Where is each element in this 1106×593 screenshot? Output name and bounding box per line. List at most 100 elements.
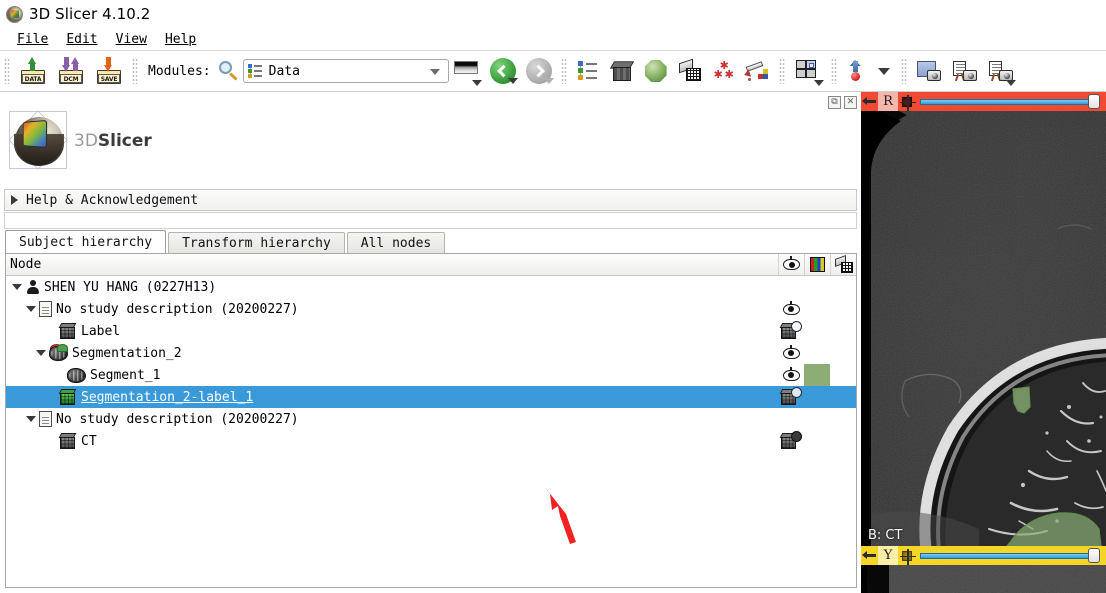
help-acknowledgement-section[interactable]: Help & Acknowledgement bbox=[4, 189, 857, 211]
toolbar-separator-2 bbox=[132, 58, 138, 84]
crosshair-marker-dropdown[interactable] bbox=[872, 55, 896, 87]
eye-icon bbox=[782, 344, 800, 359]
layout-selector-icon bbox=[795, 60, 824, 86]
visibility-toggle[interactable] bbox=[778, 320, 804, 342]
expand-twisty-icon[interactable] bbox=[26, 306, 36, 312]
screenshot-button[interactable] bbox=[948, 55, 982, 87]
expand-twisty-icon[interactable] bbox=[12, 284, 22, 290]
volume-eye-icon bbox=[779, 321, 802, 340]
visibility-icon bbox=[783, 256, 800, 270]
markups-module-button[interactable]: ✱ ✱ ✱ bbox=[708, 55, 740, 87]
slice-offset-icon[interactable] bbox=[898, 92, 916, 111]
transform-cell[interactable] bbox=[830, 298, 856, 320]
module-previous-button[interactable] bbox=[486, 55, 520, 87]
crosshair-marker-button[interactable] bbox=[842, 55, 870, 87]
module-content-bar bbox=[4, 212, 857, 229]
save-data-icon: SAVE bbox=[95, 57, 123, 84]
close-panel-icon[interactable]: ✕ bbox=[844, 96, 857, 109]
visibility-toggle[interactable] bbox=[778, 298, 804, 320]
capture-viewport-button[interactable] bbox=[912, 55, 946, 87]
red-slice-view[interactable]: R B: CT Y bbox=[861, 92, 1106, 593]
slider-handle[interactable] bbox=[1088, 94, 1100, 109]
transform-cell[interactable] bbox=[830, 364, 856, 386]
tree-item-label: CT bbox=[81, 433, 97, 449]
toolbar-separator-6 bbox=[900, 58, 907, 84]
subject-hierarchy-module-button[interactable] bbox=[572, 55, 604, 87]
volume-rendering-module-button[interactable] bbox=[606, 55, 638, 87]
table-row[interactable]: No study description (20200227) bbox=[6, 298, 856, 320]
transform-cell[interactable] bbox=[830, 430, 856, 452]
table-row[interactable]: Segmentation_2 bbox=[6, 342, 856, 364]
pin-icon[interactable] bbox=[861, 546, 878, 565]
transforms-module-button[interactable] bbox=[674, 55, 706, 87]
menu-help[interactable]: Help bbox=[156, 31, 205, 48]
table-row[interactable]: Segmentation_2-label_1 bbox=[6, 386, 856, 408]
load-dicom-icon: DCM bbox=[57, 57, 85, 84]
expand-twisty-icon[interactable] bbox=[36, 350, 46, 356]
labelmap-icon bbox=[58, 388, 77, 406]
slicer-logo-text: 3DSlicer bbox=[74, 131, 152, 151]
visibility-toggle[interactable] bbox=[778, 342, 804, 364]
menu-bar: File Edit View Help bbox=[0, 28, 1106, 51]
table-row[interactable]: Segment_1 bbox=[6, 364, 856, 386]
menu-file[interactable]: File bbox=[8, 31, 57, 48]
tree-rows: SHEN YU HANG (0227H13) No study descript… bbox=[6, 276, 856, 452]
slice-offset-slider[interactable] bbox=[916, 92, 1106, 111]
table-row[interactable]: SHEN YU HANG (0227H13) bbox=[6, 276, 856, 298]
color-swatch bbox=[804, 386, 830, 408]
visibility-toggle[interactable] bbox=[778, 364, 804, 386]
slice-offset-icon[interactable] bbox=[898, 546, 916, 565]
eye-icon bbox=[782, 300, 800, 315]
slicer-application-window: 3D Slicer 4.10.2 File Edit View Help DAT… bbox=[0, 0, 1106, 593]
layout-selector-button[interactable] bbox=[790, 55, 826, 87]
table-row[interactable]: Label bbox=[6, 320, 856, 342]
load-dicom-tag: DCM bbox=[60, 74, 82, 83]
visibility-toggle[interactable] bbox=[778, 430, 804, 452]
segment-color-swatch[interactable] bbox=[804, 364, 830, 386]
segment-editor-module-button[interactable] bbox=[742, 55, 774, 87]
main-toolbar: DATA DCM SAVE Modules: Data ✱ ✱ ✱ bbox=[0, 51, 1106, 92]
menu-edit-label: Edit bbox=[66, 31, 98, 47]
pin-icon[interactable] bbox=[861, 92, 878, 111]
tab-all-nodes[interactable]: All nodes bbox=[346, 232, 446, 254]
save-data-button[interactable]: SAVE bbox=[91, 55, 127, 87]
menu-view[interactable]: View bbox=[107, 31, 156, 48]
row-icons bbox=[778, 386, 856, 408]
ct-slice-image[interactable]: B: CT bbox=[861, 111, 1106, 546]
restore-panel-icon[interactable]: ⧉ bbox=[828, 96, 841, 109]
segmentation-icon bbox=[49, 343, 68, 361]
slider-handle[interactable] bbox=[1088, 548, 1100, 563]
subject-hierarchy-icon bbox=[247, 63, 263, 79]
chevron-down-icon[interactable] bbox=[429, 69, 440, 75]
table-row[interactable]: No study description (20200227) bbox=[6, 408, 856, 430]
load-data-button[interactable]: DATA bbox=[15, 55, 51, 87]
models-module-button[interactable] bbox=[640, 55, 672, 87]
table-row[interactable]: CT bbox=[6, 430, 856, 452]
tab-subject-hierarchy[interactable]: Subject hierarchy bbox=[5, 230, 167, 254]
load-data-tag: DATA bbox=[22, 74, 44, 83]
module-search-button[interactable] bbox=[216, 55, 242, 87]
tab-transform-hierarchy[interactable]: Transform hierarchy bbox=[168, 232, 345, 254]
expand-twisty-icon[interactable] bbox=[26, 416, 36, 422]
tree-item-label: No study description (20200227) bbox=[56, 411, 299, 427]
slicer-branding: 3DSlicer bbox=[8, 110, 152, 172]
colormap-gradient-button[interactable] bbox=[450, 55, 484, 87]
yellow-slice-view-partial[interactable] bbox=[861, 565, 1106, 593]
module-selector[interactable]: Data bbox=[242, 59, 449, 83]
load-dicom-button[interactable]: DCM bbox=[53, 55, 89, 87]
visibility-column-header[interactable] bbox=[778, 254, 804, 275]
screen-capture-button[interactable] bbox=[984, 55, 1018, 87]
slice-offset-slider[interactable] bbox=[916, 546, 1106, 565]
slice-controller-red: R bbox=[861, 92, 1106, 111]
visibility-toggle[interactable] bbox=[778, 386, 804, 408]
module-next-button[interactable] bbox=[522, 55, 556, 87]
color-column-header[interactable] bbox=[804, 254, 830, 275]
menu-view-label: View bbox=[115, 31, 147, 47]
transform-cell[interactable] bbox=[830, 320, 856, 342]
menu-edit[interactable]: Edit bbox=[57, 31, 106, 48]
toolbar-separator-4 bbox=[778, 58, 785, 84]
transform-cell[interactable] bbox=[830, 342, 856, 364]
transform-cell[interactable] bbox=[830, 386, 856, 408]
transform-column-header[interactable] bbox=[830, 254, 856, 275]
subject-hierarchy-icon bbox=[577, 61, 598, 81]
